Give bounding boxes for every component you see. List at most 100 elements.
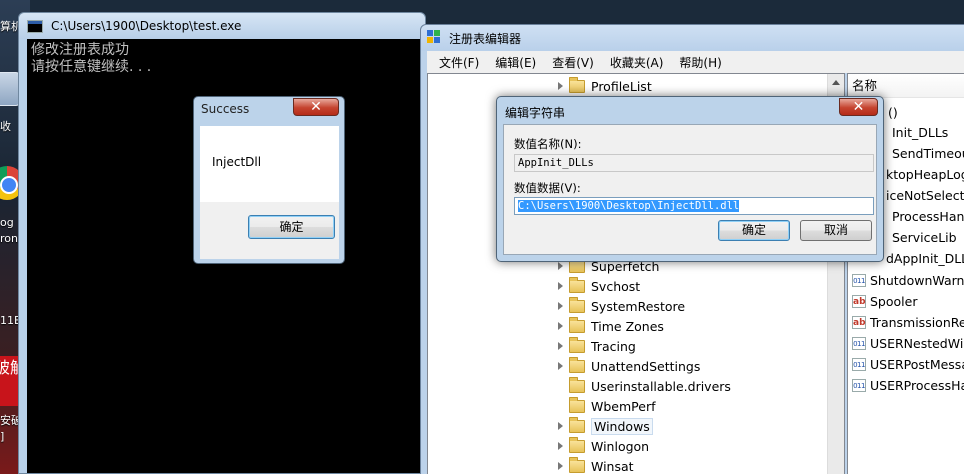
expand-icon[interactable] bbox=[558, 362, 563, 370]
value-row[interactable]: ProcessHand bbox=[892, 206, 964, 226]
menu-help[interactable]: 帮助(H) bbox=[671, 54, 729, 71]
tree-item[interactable]: WbemPerf bbox=[558, 396, 655, 416]
dialog-content: 数值名称(N): AppInit_DLLs 数值数据(V): C:\Users\… bbox=[503, 124, 877, 255]
tree-item[interactable]: Tracing bbox=[558, 336, 636, 356]
console-icon bbox=[27, 19, 43, 33]
ok-button[interactable]: 确定 bbox=[718, 220, 790, 241]
console-line: 修改注册表成功 bbox=[31, 42, 129, 58]
edit-string-dialog[interactable]: 编辑字符串 ✕ 数值名称(N): AppInit_DLLs 数值数据(V): C… bbox=[496, 96, 884, 262]
value-row[interactable]: ktopHeapLog bbox=[886, 164, 964, 184]
tree-item-label: SystemRestore bbox=[591, 298, 686, 314]
value-data-label: 数值数据(V): bbox=[514, 181, 581, 195]
binary-value-icon: 011 bbox=[852, 336, 866, 350]
value-row[interactable]: 011 ShutdownWarnin bbox=[852, 270, 964, 290]
tree-item-label: Svchost bbox=[591, 278, 641, 294]
console-line: 请按任意键继续. . . bbox=[31, 59, 152, 75]
cancel-button[interactable]: 取消 bbox=[800, 220, 872, 241]
value-row[interactable]: () bbox=[888, 102, 898, 122]
expand-icon[interactable] bbox=[558, 82, 563, 90]
tree-item-label: Winlogon bbox=[591, 438, 650, 454]
dialog-message: InjectDll bbox=[212, 155, 262, 169]
value-name: Spooler bbox=[870, 293, 918, 309]
value-name-field: AppInit_DLLs bbox=[514, 154, 874, 172]
tree-item[interactable]: Winsat bbox=[558, 456, 634, 474]
expand-icon[interactable] bbox=[558, 282, 563, 290]
close-button[interactable]: ✕ bbox=[839, 98, 878, 116]
value-row[interactable]: 011 USERNestedWind bbox=[852, 333, 964, 353]
recycle-bin-icon[interactable] bbox=[0, 72, 20, 106]
expand-icon[interactable] bbox=[558, 302, 563, 310]
tree-item-label: Winsat bbox=[591, 458, 634, 474]
value-row[interactable]: SendTimeout bbox=[892, 143, 964, 163]
folder-icon bbox=[569, 376, 585, 393]
tree-item[interactable]: Time Zones bbox=[558, 316, 664, 336]
expand-icon[interactable] bbox=[558, 322, 563, 330]
tree-item[interactable]: ProfileList bbox=[558, 76, 652, 96]
menu-bar: 文件(F) 编辑(E) 查看(V) 收藏夹(A) 帮助(H) bbox=[427, 51, 964, 73]
console-title: C:\Users\1900\Desktop\test.exe bbox=[51, 19, 242, 33]
close-icon: ✕ bbox=[852, 99, 865, 115]
column-header-name[interactable]: 名称 bbox=[848, 74, 964, 98]
value-row[interactable]: ServiceLib bbox=[892, 227, 957, 247]
tree-item-label: UnattendSettings bbox=[591, 358, 701, 374]
folder-icon bbox=[569, 276, 585, 293]
expand-icon[interactable] bbox=[558, 342, 563, 350]
regedit-titlebar[interactable]: 注册表编辑器 bbox=[421, 25, 964, 51]
scroll-up-icon[interactable] bbox=[832, 80, 840, 85]
value-name-label: 数值名称(N): bbox=[514, 137, 582, 151]
value-name: ShutdownWarnin bbox=[870, 272, 964, 288]
ok-button[interactable]: 确定 bbox=[248, 215, 335, 239]
desktop-label: 收 bbox=[0, 120, 11, 133]
expand-icon[interactable] bbox=[558, 422, 563, 430]
expand-icon[interactable] bbox=[558, 262, 563, 270]
regedit-title: 注册表编辑器 bbox=[449, 31, 522, 46]
menu-edit[interactable]: 编辑(E) bbox=[487, 54, 544, 71]
expand-icon[interactable] bbox=[558, 462, 563, 470]
tree-item[interactable]: Svchost bbox=[558, 276, 640, 296]
folder-icon bbox=[569, 76, 585, 93]
folder-icon bbox=[569, 336, 585, 353]
folder-icon bbox=[569, 456, 585, 473]
tree-item[interactable]: Userinstallable.drivers bbox=[558, 376, 731, 396]
tree-item[interactable]: UnattendSettings bbox=[558, 356, 700, 376]
string-value-icon: ab bbox=[852, 315, 866, 329]
binary-value-icon: 011 bbox=[852, 378, 866, 392]
tree-item-label: Userinstallable.drivers bbox=[591, 378, 731, 394]
close-button[interactable]: ✕ bbox=[293, 98, 339, 116]
folder-icon bbox=[569, 356, 585, 373]
tree-item-label: ProfileList bbox=[591, 78, 652, 94]
value-name: TransmissionRetr bbox=[870, 314, 964, 330]
tree-item-label: Tracing bbox=[591, 338, 636, 354]
success-dialog[interactable]: Success ✕ InjectDll 确定 bbox=[193, 96, 345, 264]
value-row[interactable]: dAppInit_DLL bbox=[886, 248, 964, 268]
dialog-title: 编辑字符串 bbox=[505, 106, 566, 120]
menu-favorites[interactable]: 收藏夹(A) bbox=[602, 54, 672, 71]
folder-icon bbox=[569, 436, 585, 453]
menu-view[interactable]: 查看(V) bbox=[544, 54, 602, 71]
tree-item-label: WbemPerf bbox=[591, 398, 656, 414]
value-data-text: C:\Users\1900\Desktop\InjectDll.dll bbox=[518, 200, 740, 212]
value-row[interactable]: 011 USERPostMessag bbox=[852, 354, 964, 374]
dialog-content: InjectDll 确定 bbox=[200, 126, 339, 259]
expand-icon[interactable] bbox=[558, 442, 563, 450]
desktop-label: ] bbox=[0, 430, 5, 443]
regedit-icon bbox=[427, 30, 443, 46]
message-area: InjectDll bbox=[200, 126, 339, 202]
console-titlebar[interactable]: C:\Users\1900\Desktop\test.exe bbox=[19, 13, 425, 39]
value-row[interactable]: ab Spooler bbox=[852, 291, 917, 311]
tree-item-selected[interactable]: Windows bbox=[558, 416, 653, 436]
folder-icon bbox=[569, 396, 585, 413]
value-data-input[interactable]: C:\Users\1900\Desktop\InjectDll.dll bbox=[514, 197, 874, 215]
close-icon: ✕ bbox=[310, 99, 322, 115]
tree-item[interactable]: SystemRestore bbox=[558, 296, 685, 316]
value-name: USERPostMessag bbox=[870, 356, 964, 372]
value-name: USERProcessHar bbox=[870, 377, 964, 393]
value-row[interactable]: iceNotSelecte bbox=[886, 185, 964, 205]
value-row[interactable]: Init_DLLs bbox=[892, 122, 948, 142]
value-row[interactable]: ab TransmissionRetr bbox=[852, 312, 964, 332]
value-row[interactable]: 011 USERProcessHar bbox=[852, 375, 964, 395]
menu-file[interactable]: 文件(F) bbox=[431, 54, 487, 71]
tree-item[interactable]: Winlogon bbox=[558, 436, 649, 456]
folder-icon bbox=[569, 316, 585, 333]
tree-item-label: Windows bbox=[591, 417, 653, 435]
